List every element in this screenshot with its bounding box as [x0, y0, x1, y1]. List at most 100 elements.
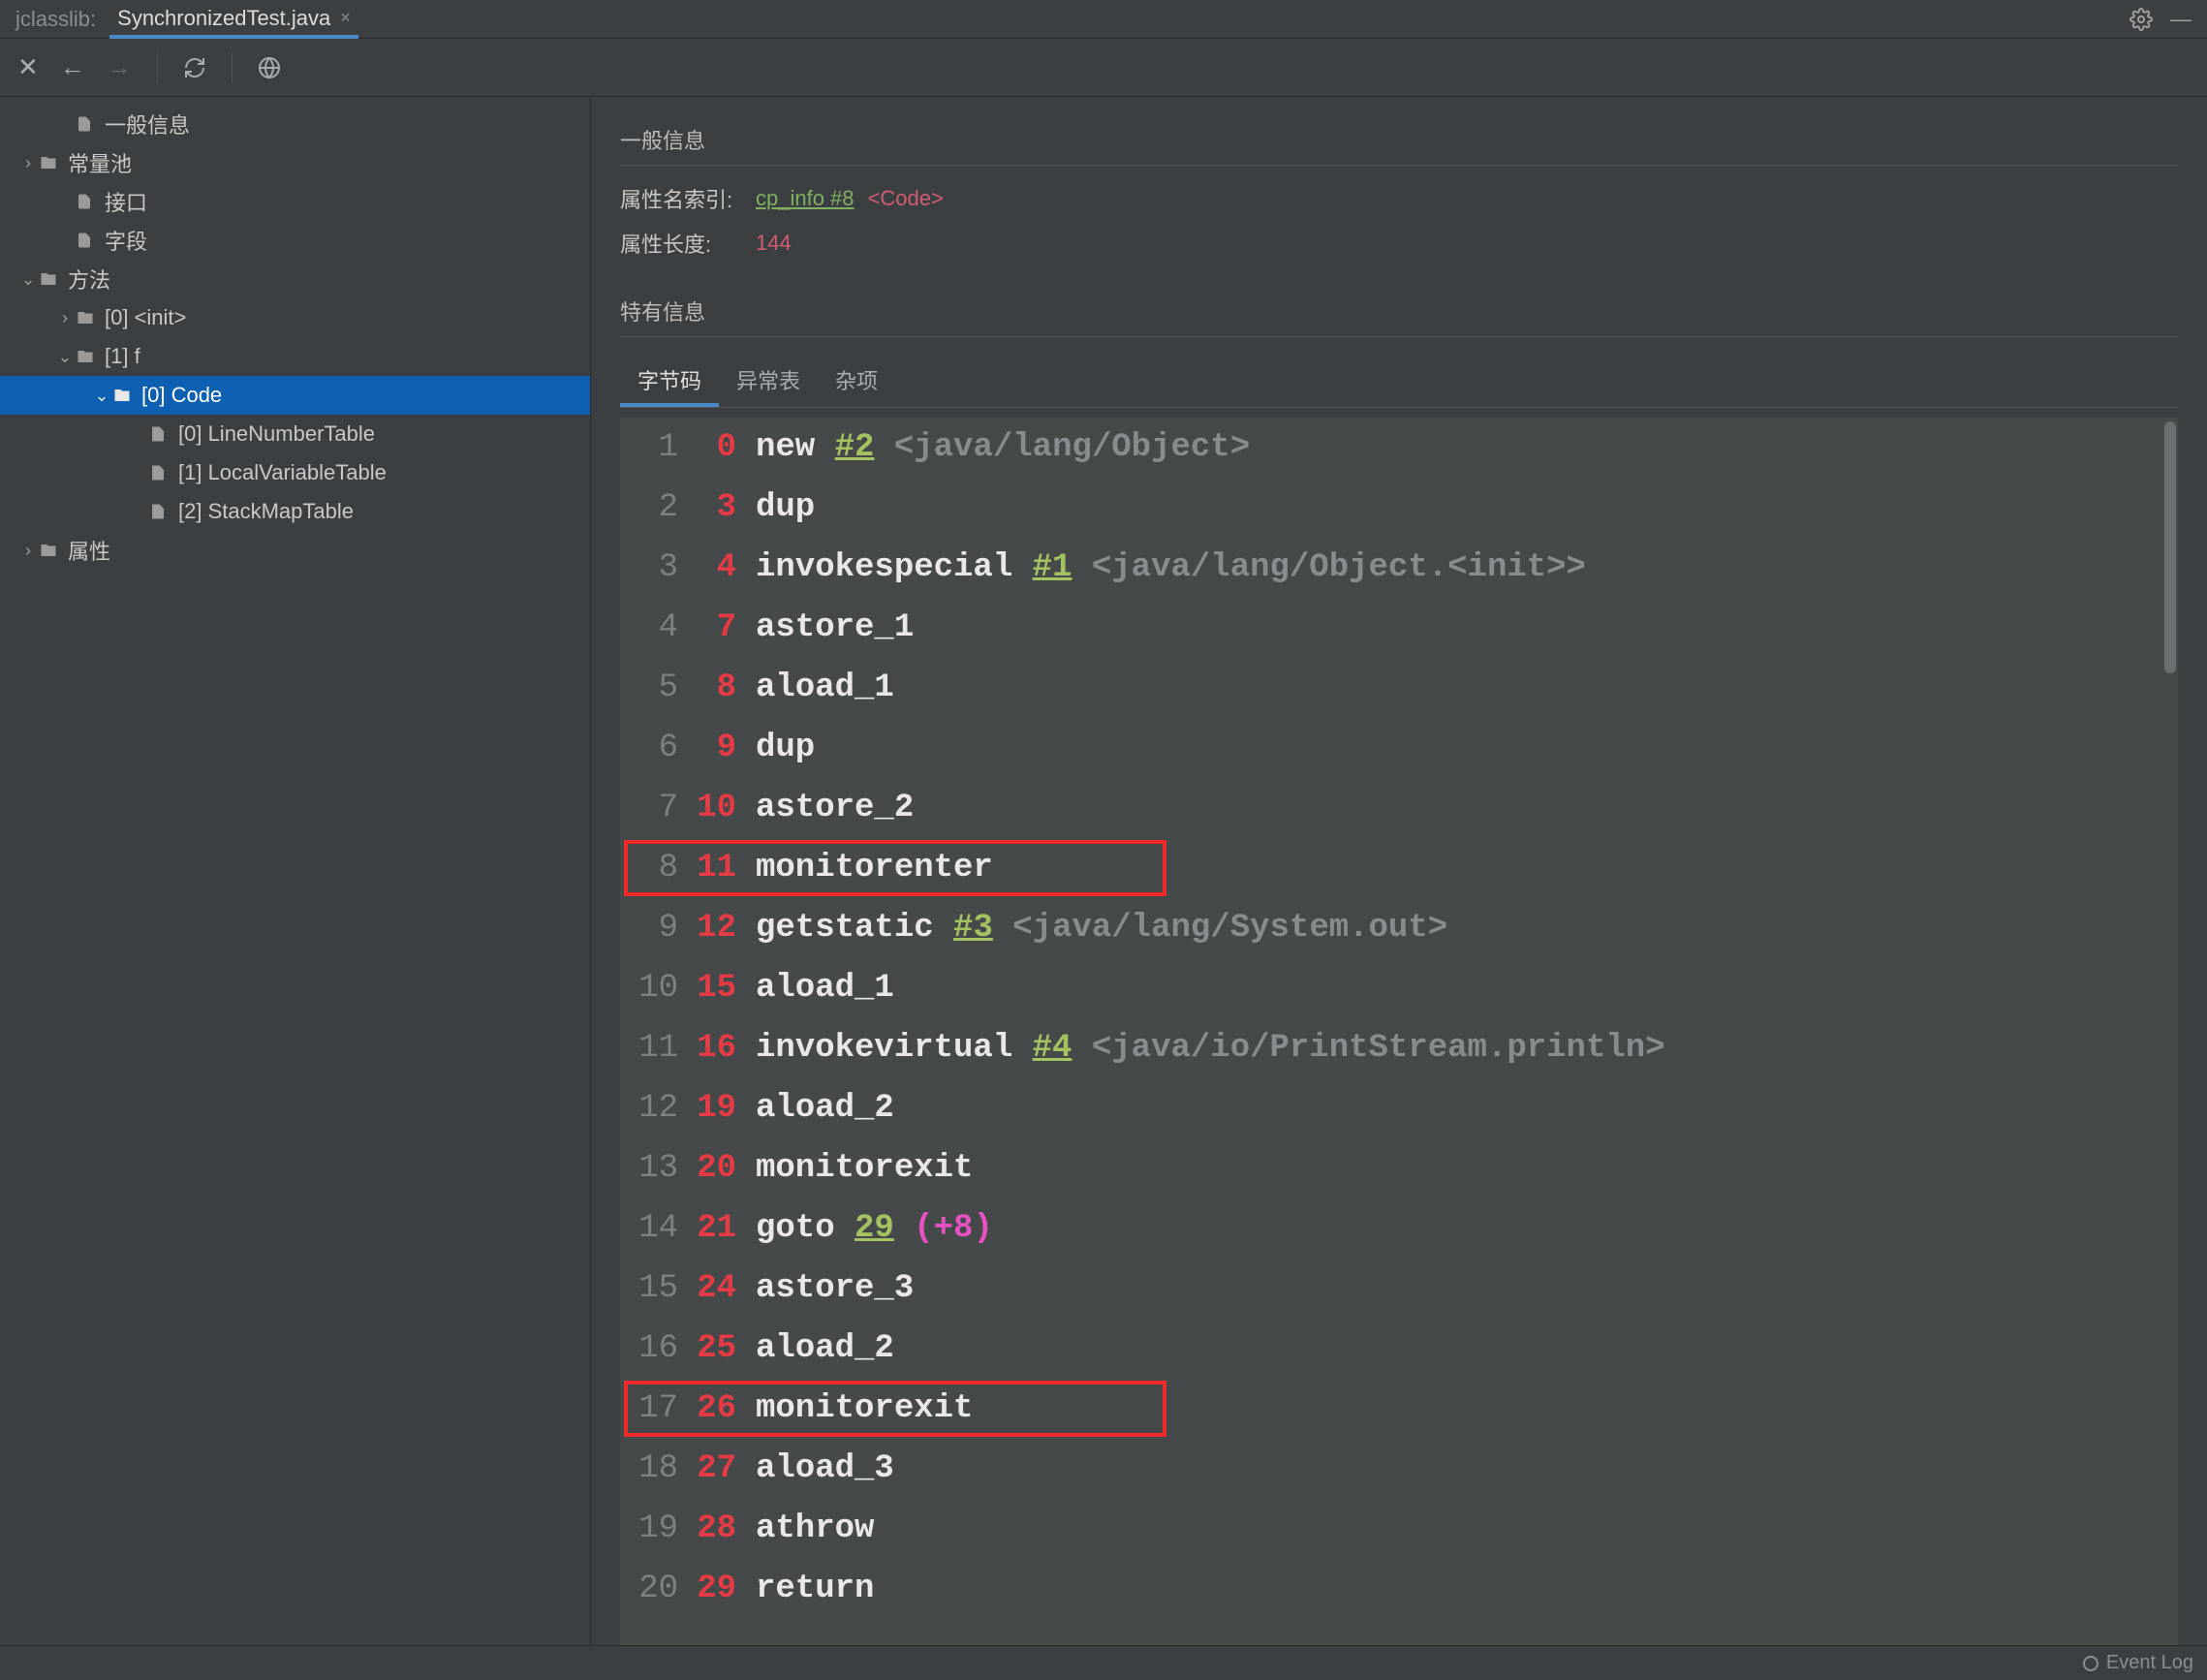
line-body: monitorenter	[756, 838, 993, 898]
specific-info-header: 特有信息	[620, 296, 2178, 337]
line-body: getstatic #3 <java/lang/System.out>	[756, 898, 1447, 958]
bytecode-line[interactable]: 912getstatic #3 <java/lang/System.out>	[620, 898, 2178, 958]
bytecode-line[interactable]: 10new #2 <java/lang/Object>	[620, 418, 2178, 478]
constant-pool-ref[interactable]: #1	[1033, 549, 1072, 586]
bytecode-line[interactable]: 47astore_1	[620, 598, 2178, 658]
tree-node[interactable]: [2] StackMapTable	[0, 492, 590, 531]
bytecode-line[interactable]: 58aload_1	[620, 658, 2178, 718]
bytecode-line[interactable]: 1726monitorexit	[620, 1379, 2178, 1439]
close-icon[interactable]: ×	[340, 8, 351, 28]
line-body: invokespecial #1 <java/lang/Object.<init…	[756, 538, 1586, 598]
bytecode-line[interactable]: 69dup	[620, 718, 2178, 778]
tree-node[interactable]: ›常量池	[0, 143, 590, 182]
line-index: 16	[637, 1319, 678, 1379]
bytecode-line[interactable]: 710astore_2	[620, 778, 2178, 838]
bytecode-line[interactable]: 34invokespecial #1 <java/lang/Object.<in…	[620, 538, 2178, 598]
line-body: invokevirtual #4 <java/io/PrintStream.pr…	[756, 1018, 1665, 1078]
bytecode-line[interactable]: 1219aload_2	[620, 1078, 2178, 1138]
tree-chevron-icon[interactable]: ⌄	[91, 386, 112, 406]
forward-icon[interactable]: →	[107, 52, 132, 82]
line-index: 12	[637, 1078, 678, 1138]
minimize-icon[interactable]: —	[2170, 7, 2191, 32]
bytecode-instruction: aload_2	[756, 1330, 894, 1367]
bytecode-instruction: astore_1	[756, 609, 914, 646]
cp-info-link[interactable]: cp_info #8	[756, 186, 855, 211]
tree-chevron-icon[interactable]: ›	[17, 153, 39, 173]
tree-node-label: [0] Code	[141, 383, 222, 408]
line-offset: 16	[678, 1018, 736, 1078]
app-name: jclasslib:	[16, 7, 96, 32]
bytecode-instruction: astore_2	[756, 790, 914, 826]
line-body: dup	[756, 478, 815, 538]
tree-chevron-icon[interactable]: ›	[54, 308, 76, 328]
refresh-icon[interactable]	[183, 56, 206, 79]
folder-icon	[39, 154, 62, 171]
tree-node[interactable]: [1] LocalVariableTable	[0, 453, 590, 492]
bytecode-viewer[interactable]: 10new #2 <java/lang/Object>23dup34invoke…	[620, 418, 2178, 1645]
tab-misc[interactable]: 杂项	[818, 355, 895, 407]
tree-node-label: 属性	[68, 535, 110, 566]
attr-length-row: 属性长度: 144	[620, 228, 2178, 259]
tab-exception-table[interactable]: 异常表	[719, 355, 818, 407]
tree-node[interactable]: ⌄方法	[0, 260, 590, 298]
tree-node[interactable]: 字段	[0, 221, 590, 260]
bytecode-line[interactable]: 1625 aload_2	[620, 1319, 2178, 1379]
editor-tab[interactable]: SynchronizedTest.java ×	[109, 0, 358, 39]
bytecode-line[interactable]: 1524astore_3	[620, 1259, 2178, 1319]
bytecode-line[interactable]: 1116invokevirtual #4 <java/io/PrintStrea…	[620, 1018, 2178, 1078]
line-body: aload_1	[756, 958, 894, 1018]
bytecode-line[interactable]: 811monitorenter	[620, 838, 2178, 898]
tree-chevron-icon[interactable]: ⌄	[54, 347, 76, 367]
back-icon[interactable]: ←	[60, 52, 85, 82]
settings-icon[interactable]	[2129, 8, 2153, 31]
project-tree[interactable]: 一般信息›常量池接口字段⌄方法 › [0] <init> ⌄ [1] f ⌄ [0] Cod…	[0, 97, 591, 1645]
tree-node[interactable]: › [0] <init>	[0, 298, 590, 337]
file-icon	[76, 232, 99, 249]
tree-node[interactable]: 接口	[0, 182, 590, 221]
bytecode-line[interactable]: 2029return	[620, 1559, 2178, 1619]
bytecode-line[interactable]: 1320monitorexit	[620, 1138, 2178, 1198]
jump-offset: (+8)	[914, 1210, 993, 1247]
bytecode-line[interactable]: 1421goto 29 (+8)	[620, 1198, 2178, 1259]
line-body: aload_2	[756, 1078, 894, 1138]
bytecode-line[interactable]: 23dup	[620, 478, 2178, 538]
tree-node-label: [1] LocalVariableTable	[178, 460, 387, 485]
bytecode-instruction: athrow	[756, 1510, 874, 1547]
bytecode-instruction: monitorexit	[756, 1150, 973, 1187]
line-offset: 25	[678, 1319, 736, 1379]
tree-node[interactable]: › 属性	[0, 531, 590, 570]
event-log-label[interactable]: Event Log	[2106, 1652, 2193, 1674]
line-offset: 28	[678, 1499, 736, 1559]
tree-node-label: 一般信息	[105, 109, 190, 140]
tree-node[interactable]: 一般信息	[0, 105, 590, 143]
line-index: 9	[637, 898, 678, 958]
bytecode-instruction: monitorexit	[756, 1390, 973, 1427]
bytecode-instruction: astore_3	[756, 1270, 914, 1307]
bytecode-line[interactable]: 1827aload_3	[620, 1439, 2178, 1499]
constant-pool-ref[interactable]: #3	[953, 910, 993, 947]
bytecode-line[interactable]: 1928athrow	[620, 1499, 2178, 1559]
bytecode-instruction: return	[756, 1571, 874, 1607]
bytecode-instruction: getstatic	[756, 910, 953, 947]
tab-bytecode[interactable]: 字节码	[620, 355, 719, 407]
bytecode-line[interactable]: 1015aload_1	[620, 958, 2178, 1018]
tree-node-label: [0] <init>	[105, 305, 186, 330]
line-body: astore_2	[756, 778, 914, 838]
tree-node[interactable]: [0] LineNumberTable	[0, 415, 590, 453]
line-offset: 24	[678, 1259, 736, 1319]
constant-pool-ref[interactable]: #2	[835, 429, 875, 466]
event-log-icon[interactable]	[2083, 1656, 2098, 1671]
browser-icon[interactable]	[258, 56, 281, 79]
tree-chevron-icon[interactable]: ›	[17, 541, 39, 561]
line-index: 13	[637, 1138, 678, 1198]
tree-chevron-icon[interactable]: ⌄	[17, 269, 39, 290]
jump-target[interactable]: 29	[855, 1210, 894, 1247]
bytecode-instruction: dup	[756, 730, 815, 766]
tree-node-label: [1] f	[105, 344, 140, 369]
tree-node[interactable]: ⌄ [0] Code	[0, 376, 590, 415]
constant-pool-ref[interactable]: #4	[1033, 1030, 1072, 1067]
close-file-icon[interactable]: ✕	[17, 52, 39, 82]
tree-node[interactable]: ⌄ [1] f	[0, 337, 590, 376]
line-index: 5	[637, 658, 678, 718]
attr-name-index-row: 属性名索引: cp_info #8 <Code>	[620, 183, 2178, 214]
